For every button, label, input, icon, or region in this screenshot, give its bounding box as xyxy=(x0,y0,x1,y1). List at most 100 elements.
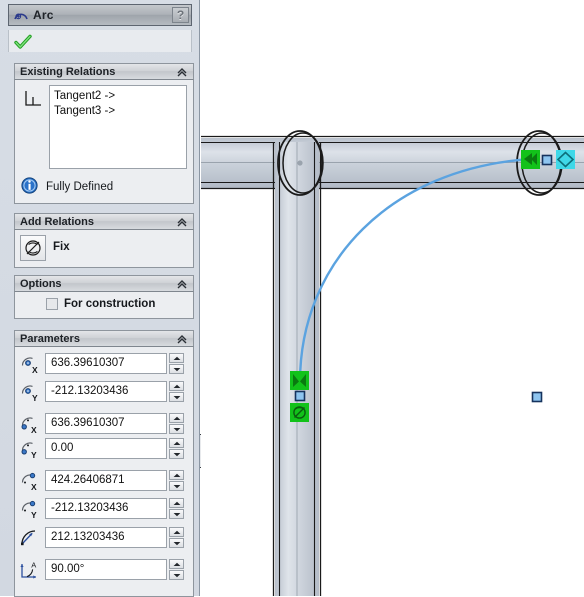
sketch-arc[interactable] xyxy=(298,157,533,384)
angle-input[interactable]: 90.00° xyxy=(45,559,167,580)
param-row-radius: 212.13203436 xyxy=(19,527,189,549)
chevron-up-icon[interactable] xyxy=(176,216,188,228)
stepper-down-icon[interactable] xyxy=(169,392,184,402)
add-relations-header[interactable]: Add Relations xyxy=(14,213,194,230)
end-x-stepper[interactable] xyxy=(169,470,184,491)
arc-start-y-icon: Y xyxy=(19,439,41,460)
status-badge: Fully Defined xyxy=(46,181,114,193)
tangent-relation-marker-bottom[interactable] xyxy=(290,371,309,390)
list-item[interactable]: Tangent2 -> xyxy=(54,89,182,104)
arc-icon xyxy=(12,6,30,24)
perpendicular-relation-icon xyxy=(22,88,44,110)
start-y-stepper[interactable] xyxy=(169,438,184,459)
stepper-down-icon[interactable] xyxy=(169,481,184,491)
confirm-bar xyxy=(8,30,192,52)
param-row-end-y: Y -212.13203436 xyxy=(19,498,189,520)
add-relations-group: Add Relations Fix xyxy=(14,213,194,268)
arc-endpoint-right[interactable] xyxy=(541,154,553,166)
end-x-input[interactable]: 424.26406871 xyxy=(45,470,167,491)
options-body: For construction xyxy=(14,292,194,319)
arc-center-y-icon: Y xyxy=(19,382,41,403)
chevron-up-icon[interactable] xyxy=(176,66,188,78)
end-y-input[interactable]: -212.13203436 xyxy=(45,498,167,519)
radius-input[interactable]: 212.13203436 xyxy=(45,527,167,548)
stepper-down-icon[interactable] xyxy=(169,449,184,459)
stepper-down-icon[interactable] xyxy=(169,424,184,434)
arc-end-x-icon: X xyxy=(19,471,41,492)
svg-text:Y: Y xyxy=(31,450,37,460)
svg-text:X: X xyxy=(32,365,38,375)
stepper-up-icon[interactable] xyxy=(169,353,184,363)
stepper-up-icon[interactable] xyxy=(169,381,184,391)
start-x-stepper[interactable] xyxy=(169,413,184,434)
coincident-relation-marker[interactable] xyxy=(556,150,575,169)
existing-relations-group: Existing Relations Tangent2 -> Tangent3 … xyxy=(14,63,194,204)
existing-relations-title: Existing Relations xyxy=(20,65,116,78)
stepper-up-icon[interactable] xyxy=(169,559,184,569)
param-row-end-x: X 424.26406871 xyxy=(19,470,189,492)
parameters-title: Parameters xyxy=(20,332,80,345)
stepper-down-icon[interactable] xyxy=(169,570,184,580)
options-group: Options For construction xyxy=(14,275,194,319)
radius-stepper[interactable] xyxy=(169,527,184,548)
green-check-icon[interactable] xyxy=(14,33,32,51)
stepper-up-icon[interactable] xyxy=(169,498,184,508)
arc-angle-icon: A xyxy=(19,560,41,581)
cad-graphics-area[interactable] xyxy=(201,0,584,596)
fix-relation-button[interactable] xyxy=(20,235,46,261)
fix-relation-marker[interactable] xyxy=(290,403,309,422)
property-manager-titlebar: Arc ? xyxy=(8,4,192,26)
center-x-input[interactable]: 636.39610307 xyxy=(45,353,167,374)
start-x-input[interactable]: 636.39610307 xyxy=(45,413,167,434)
free-sketch-point[interactable] xyxy=(531,391,543,403)
arc-start-x-icon: X xyxy=(19,414,41,435)
svg-text:A: A xyxy=(31,561,36,570)
arc-center-x-icon: X xyxy=(19,354,41,375)
chevron-up-icon[interactable] xyxy=(176,278,188,290)
center-y-stepper[interactable] xyxy=(169,381,184,402)
stepper-up-icon[interactable] xyxy=(169,413,184,423)
property-manager-title: Arc xyxy=(33,8,54,22)
cad-model-svg xyxy=(201,130,584,596)
vertical-tube xyxy=(272,142,322,596)
param-row-angle: A 90.00° xyxy=(19,559,189,581)
tangent-relation-marker-top-right[interactable] xyxy=(521,150,540,169)
end-y-stepper[interactable] xyxy=(169,498,184,519)
for-construction-row[interactable]: For construction xyxy=(46,298,155,310)
help-button[interactable]: ? xyxy=(172,7,189,23)
center-y-input[interactable]: -212.13203436 xyxy=(45,381,167,402)
parameters-body: X 636.39610307 Y -212.13203436 X 636.396… xyxy=(14,347,194,597)
for-construction-checkbox[interactable] xyxy=(46,298,58,310)
stepper-up-icon[interactable] xyxy=(169,527,184,537)
svg-text:X: X xyxy=(31,425,37,435)
fix-relation-label: Fix xyxy=(53,241,70,253)
parameters-header[interactable]: Parameters xyxy=(14,330,194,347)
arc-end-y-icon: Y xyxy=(19,499,41,520)
start-y-input[interactable]: 0.00 xyxy=(45,438,167,459)
param-row-center-y: Y -212.13203436 xyxy=(19,381,189,403)
arc-endpoint-bottom[interactable] xyxy=(294,390,306,402)
stepper-down-icon[interactable] xyxy=(169,509,184,519)
list-item[interactable]: Tangent3 -> xyxy=(54,104,182,119)
options-header[interactable]: Options xyxy=(14,275,194,292)
arc-radius-icon xyxy=(19,528,41,549)
stepper-down-icon[interactable] xyxy=(169,538,184,548)
stepper-down-icon[interactable] xyxy=(169,364,184,374)
status-row: Fully Defined xyxy=(21,177,113,197)
solidworks-window: Arc ? Existing Relations Tangent2 -> Tan… xyxy=(0,0,584,597)
svg-text:X: X xyxy=(31,482,37,492)
chevron-up-icon[interactable] xyxy=(176,333,188,345)
stepper-up-icon[interactable] xyxy=(169,438,184,448)
options-title: Options xyxy=(20,277,62,290)
center-x-stepper[interactable] xyxy=(169,353,184,374)
info-icon xyxy=(21,177,38,197)
existing-relations-body: Tangent2 -> Tangent3 -> Fully Defined xyxy=(14,80,194,204)
relations-listbox[interactable]: Tangent2 -> Tangent3 -> xyxy=(49,85,187,169)
for-construction-label: For construction xyxy=(64,298,156,310)
svg-text:Y: Y xyxy=(32,393,38,403)
existing-relations-header[interactable]: Existing Relations xyxy=(14,63,194,80)
angle-stepper[interactable] xyxy=(169,559,184,580)
stepper-up-icon[interactable] xyxy=(169,470,184,480)
param-row-start-y: Y 0.00 xyxy=(19,438,189,460)
param-row-start-x: X 636.39610307 xyxy=(19,413,189,435)
